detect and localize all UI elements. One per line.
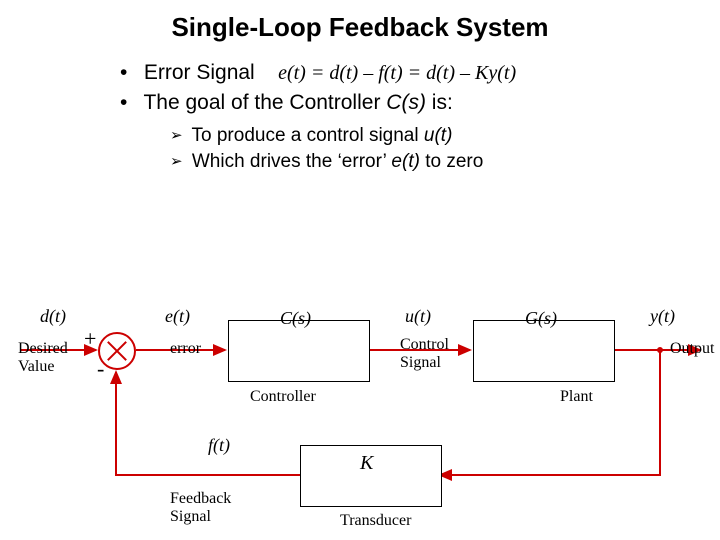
plant-block (473, 320, 615, 382)
et-symbol: e(t) (165, 306, 190, 327)
yt-symbol: y(t) (650, 306, 675, 327)
bullet-list: • Error Signal e(t) = d(t) – f(t) = d(t)… (120, 61, 720, 115)
bullet-1-text: Error Signal (144, 61, 255, 84)
error-label: error (170, 340, 201, 358)
bullet-2-prefix: The goal of the Controller (143, 91, 386, 114)
bullet-2-em: C(s) (386, 91, 426, 114)
sub-2-text: Which drives the ‘error’ (192, 151, 392, 172)
sub-bullet-list: ➢ To produce a control signal u(t) ➢ Whi… (170, 125, 720, 173)
sub-2-em: e(t) (391, 151, 420, 172)
sub-bullet-1: ➢ To produce a control signal u(t) (170, 125, 720, 147)
controller-block (228, 320, 370, 382)
chevron-icon: ➢ (170, 126, 183, 144)
control-signal-label: Control Signal (400, 336, 449, 371)
plant-label: Plant (560, 388, 593, 406)
dt-symbol: d(t) (40, 306, 66, 327)
error-equation: e(t) = d(t) – f(t) = d(t) – Ky(t) (278, 62, 516, 84)
page-title: Single-Loop Feedback System (0, 0, 720, 43)
bullet-2-suffix: is: (426, 91, 453, 114)
transducer-label: Transducer (340, 512, 411, 530)
ft-symbol: f(t) (208, 435, 230, 456)
output-label: Output (670, 340, 714, 358)
block-diagram: + - C(s) Controller G(s) Plant K Transdu… (0, 280, 720, 540)
sub-2-suffix: to zero (420, 151, 483, 172)
minus-sign: - (97, 356, 104, 382)
sub-bullet-2: ➢ Which drives the ‘error’ e(t) to zero (170, 151, 720, 173)
chevron-icon: ➢ (170, 152, 183, 170)
sub-1-text: To produce a control signal (192, 125, 424, 146)
bullet-goal: • The goal of the Controller C(s) is: (120, 91, 720, 115)
plus-sign: + (84, 326, 96, 352)
transducer-symbol: K (360, 452, 373, 475)
desired-value-label: Desired Value (18, 340, 68, 375)
controller-symbol: C(s) (280, 308, 311, 329)
bullet-error-signal: • Error Signal e(t) = d(t) – f(t) = d(t)… (120, 61, 720, 85)
plant-symbol: G(s) (525, 308, 557, 329)
ut-symbol: u(t) (405, 306, 431, 327)
feedback-signal-label: Feedback Signal (170, 490, 231, 525)
controller-label: Controller (250, 388, 316, 406)
sub-1-em: u(t) (424, 125, 453, 146)
